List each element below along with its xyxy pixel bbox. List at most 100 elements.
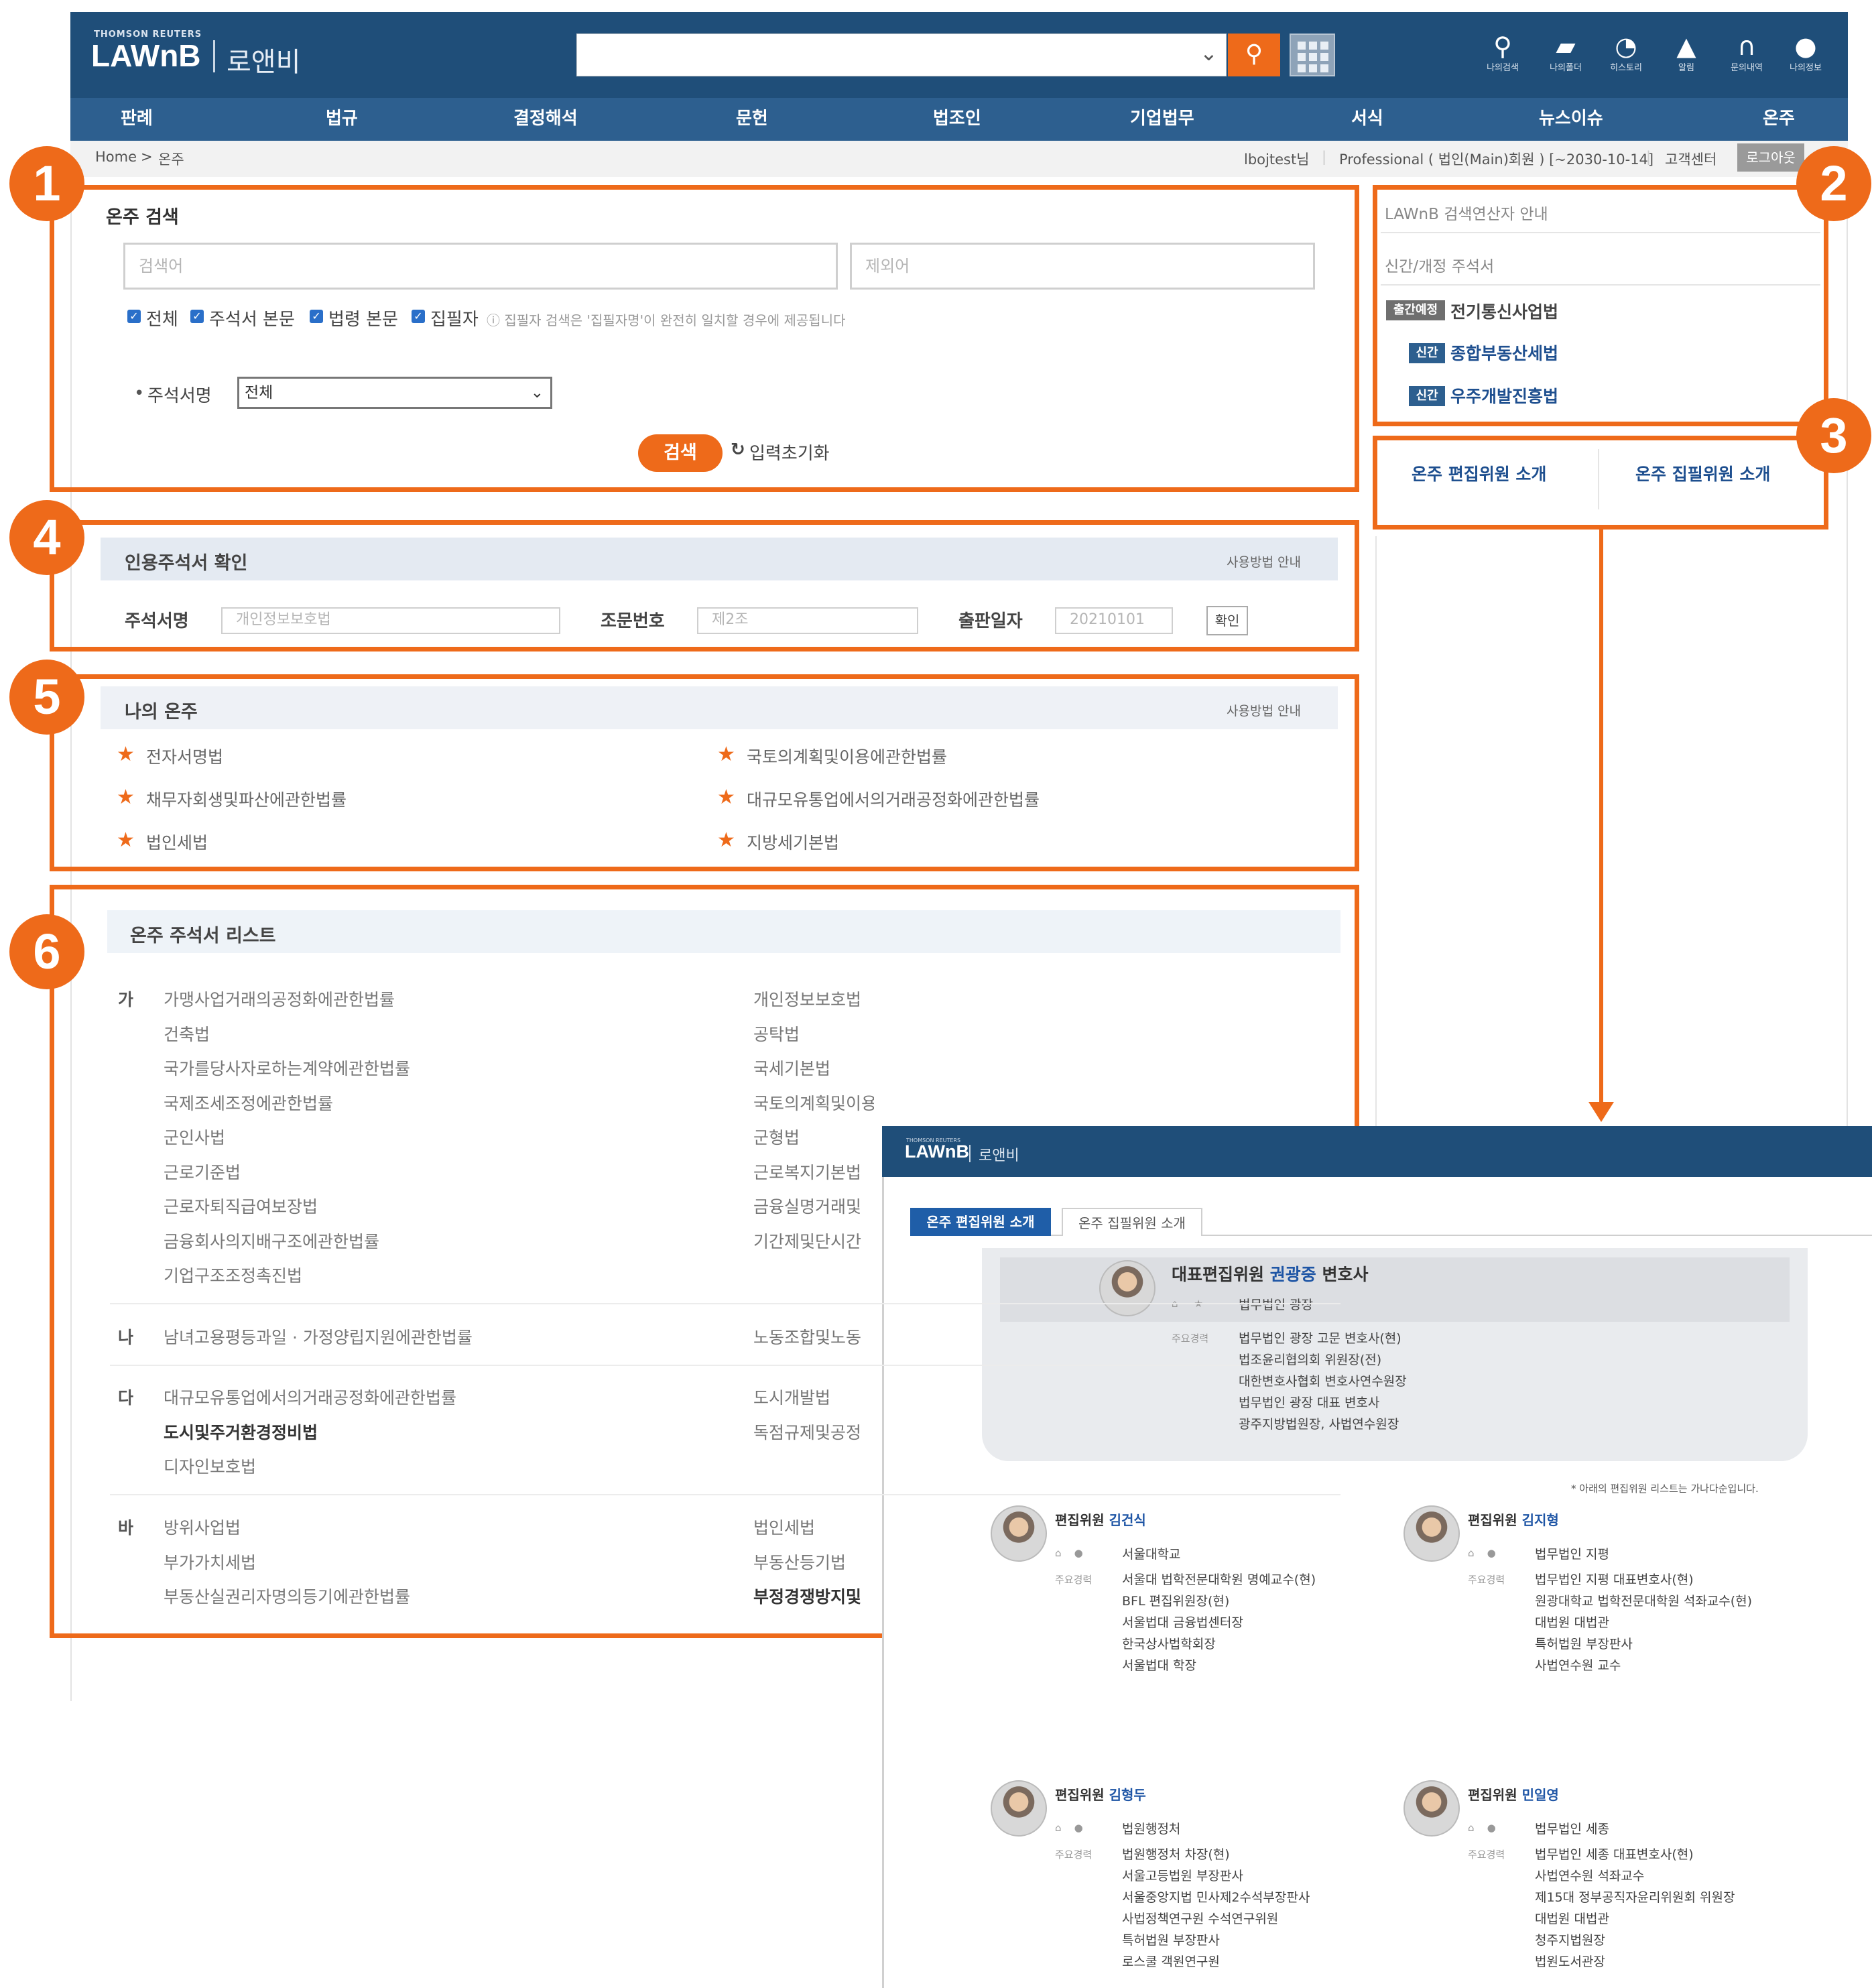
new-item-link[interactable]: 우주개발진흥법 <box>1450 383 1558 408</box>
breadcrumb-home[interactable]: Home <box>95 149 137 165</box>
law-link[interactable]: 국세기본법 <box>753 1056 874 1080</box>
tool-bell[interactable]: ▲ 알림 <box>1660 32 1713 73</box>
law-link[interactable]: 디자인보호법 <box>164 1454 256 1478</box>
check-commentary[interactable]: ✓ <box>190 310 204 323</box>
check-author[interactable]: ✓ <box>412 310 425 323</box>
law-link[interactable]: 대규모유통업에서의거래공정화에관한법률 <box>164 1385 456 1409</box>
check-all[interactable]: ✓ <box>127 310 141 323</box>
my-guide-link[interactable]: 사용방법 안내 <box>1227 701 1301 719</box>
global-search-input[interactable] <box>576 34 1227 76</box>
grid-menu-button[interactable] <box>1290 34 1335 76</box>
tool-folder[interactable]: ▰ 나의폴더 <box>1539 32 1593 73</box>
law-link[interactable]: 부가가치세법 <box>164 1550 256 1574</box>
nav-item-2[interactable]: 결정해석 <box>513 105 578 129</box>
logout-button[interactable]: 로그아웃 <box>1737 143 1804 172</box>
favorite-item[interactable]: 채무자회생및파산에관한법률 <box>146 787 347 811</box>
nav-item-7[interactable]: 뉴스이슈 <box>1539 105 1603 129</box>
lawnb-logo[interactable]: LAWnB <box>91 38 201 74</box>
favorite-item[interactable]: 법인세법 <box>146 830 208 854</box>
law-link[interactable]: 기간제및단시간 <box>753 1229 874 1253</box>
book-select[interactable]: 전체 ⌄ <box>237 377 552 409</box>
cite-article-input[interactable]: 제2조 <box>697 607 918 634</box>
law-link[interactable]: 건축법 <box>164 1021 210 1046</box>
star-icon[interactable]: ★ <box>117 786 135 809</box>
nav-item-6[interactable]: 서식 <box>1351 105 1383 129</box>
operator-guide-link[interactable]: LAWnB 검색연산자 안내 <box>1385 201 1548 224</box>
tool-headset[interactable]: ∩ 문의내역 <box>1720 32 1773 73</box>
law-link[interactable]: 국제조세조정에관한법률 <box>164 1091 333 1115</box>
law-link[interactable]: 국토의계획및이용에관한법률 <box>753 1091 874 1115</box>
my-title: 나의 온주 <box>125 702 198 723</box>
law-link[interactable]: 가맹사업거래의공정화에관한법률 <box>164 987 395 1011</box>
law-link[interactable]: 군형법 <box>753 1125 874 1149</box>
favorite-item[interactable]: 지방세기본법 <box>747 830 839 854</box>
law-link[interactable]: 독점규제및공정 <box>753 1420 874 1444</box>
nav-item-1[interactable]: 법규 <box>326 105 358 129</box>
law-link[interactable]: 도시개발법 <box>753 1385 874 1409</box>
avatar <box>991 1780 1047 1837</box>
star-icon[interactable]: ★ <box>717 743 735 766</box>
member-name: 편집위원 김건식 <box>1055 1512 1146 1528</box>
law-link[interactable]: 부동산등기법 <box>753 1550 874 1574</box>
star-icon[interactable]: ★ <box>717 786 735 809</box>
favorite-item[interactable]: 국토의계획및이용에관한법률 <box>747 744 947 768</box>
user-name[interactable]: lbojtest님 <box>1244 149 1310 169</box>
star-icon[interactable]: ★ <box>117 828 135 852</box>
nav-item-8[interactable]: 온주 <box>1763 105 1795 129</box>
new-item-link[interactable]: 종합부동산세법 <box>1450 340 1558 365</box>
law-link[interactable]: 개인정보보호법 <box>753 987 874 1011</box>
nav-item-0[interactable]: 판례 <box>121 105 153 129</box>
career-line: 대법원 대법관 <box>1535 1912 1609 1926</box>
cite-book-input[interactable]: 개인정보보호법 <box>221 607 560 634</box>
law-link[interactable]: 노동조합및노동 <box>753 1324 874 1349</box>
tool-search-person[interactable]: ⚲ 나의검색 <box>1476 32 1530 73</box>
tab-writers[interactable]: 온주 집필위원 소개 <box>1062 1208 1202 1236</box>
law-link[interactable]: 금융회사의지배구조에관한법률 <box>164 1229 379 1253</box>
law-link[interactable]: 근로기준법 <box>164 1160 241 1184</box>
reset-icon[interactable]: ↻ <box>731 440 745 460</box>
law-link[interactable]: 남녀고용평등과일 · 가정양립지원에관한법률 <box>164 1324 473 1349</box>
star-icon[interactable]: ★ <box>717 828 735 852</box>
favorite-item[interactable]: 대규모유통업에서의거래공정화에관한법률 <box>747 787 1040 811</box>
law-link[interactable]: 부정경쟁방지및 <box>753 1584 874 1608</box>
tool-user[interactable]: ● 나의정보 <box>1779 32 1832 73</box>
nav-item-3[interactable]: 문헌 <box>736 105 768 129</box>
member-org: 법원행정처 <box>1122 1822 1181 1837</box>
new-item-link[interactable]: 전기통신사업법 <box>1450 299 1558 323</box>
avatar <box>991 1505 1047 1562</box>
favorite-item[interactable]: 전자서명법 <box>146 744 223 768</box>
law-link[interactable]: 기업구조조정촉진법 <box>164 1263 302 1287</box>
check-statute[interactable]: ✓ <box>310 310 323 323</box>
index-letter: 다 <box>118 1388 134 1408</box>
tool-history[interactable]: ◔ 히스토리 <box>1599 32 1653 73</box>
callout-badge-4: 4 <box>9 500 84 575</box>
law-link[interactable]: 근로자퇴직급여보장법 <box>164 1194 318 1218</box>
chevron-down-icon[interactable]: ⌄ <box>1200 40 1218 66</box>
law-link[interactable]: 법인세법 <box>753 1515 874 1539</box>
law-link[interactable]: 도시및주거환경정비법 <box>164 1420 318 1444</box>
exclude-input[interactable]: 제외어 <box>850 243 1315 290</box>
law-link[interactable]: 부동산실권리자명의등기에관한법률 <box>164 1584 410 1608</box>
search-button[interactable]: ⚲ <box>1228 34 1280 76</box>
editors-intro-link[interactable]: 온주 편집위원 소개 <box>1412 461 1546 485</box>
law-link[interactable]: 방위사업법 <box>164 1515 241 1539</box>
nav-item-4[interactable]: 법조인 <box>933 105 981 129</box>
folder-icon: ▰ <box>1556 32 1576 61</box>
law-link[interactable]: 공탁법 <box>753 1021 874 1046</box>
law-link[interactable]: 국가를당사자로하는계약에관한법률 <box>164 1056 410 1080</box>
law-link[interactable]: 군인사법 <box>164 1125 225 1149</box>
tab-editors[interactable]: 온주 편집위원 소개 <box>910 1208 1051 1236</box>
support-link[interactable]: 고객센터 <box>1665 149 1717 169</box>
search-submit-button[interactable]: 검색 <box>638 434 723 472</box>
law-link[interactable]: 근로복지기본법 <box>753 1160 874 1184</box>
cite-confirm-button[interactable]: 확인 <box>1206 606 1248 635</box>
keyword-input[interactable]: 검색어 <box>123 243 838 290</box>
cite-guide-link[interactable]: 사용방법 안내 <box>1227 552 1301 570</box>
cite-date-input[interactable]: 20210101 <box>1055 607 1173 634</box>
nav-item-5[interactable]: 기업법무 <box>1130 105 1194 129</box>
law-link[interactable]: 금융실명거래및 <box>753 1194 874 1218</box>
reset-button[interactable]: 입력초기화 <box>749 440 830 464</box>
career-line: 대법원 대법관 <box>1535 1615 1609 1630</box>
writers-intro-link[interactable]: 온주 집필위원 소개 <box>1635 461 1770 485</box>
star-icon[interactable]: ★ <box>117 743 135 766</box>
